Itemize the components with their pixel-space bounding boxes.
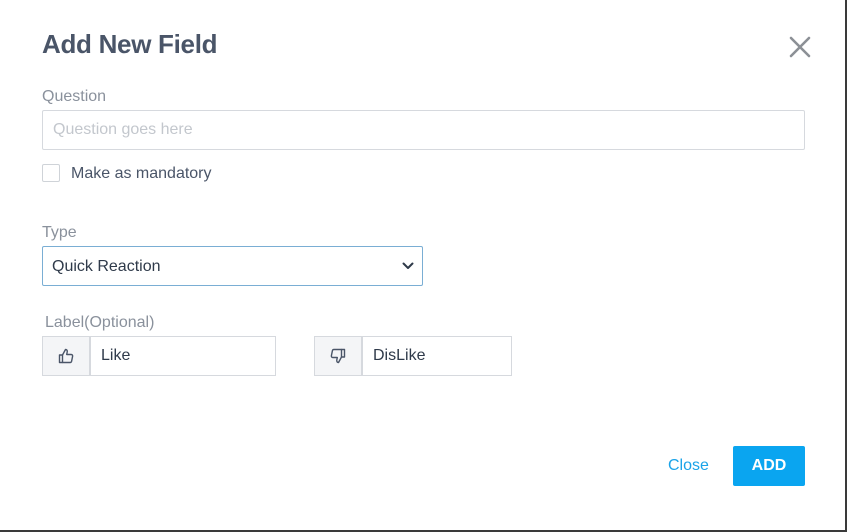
- type-select[interactable]: Quick Reaction: [42, 246, 423, 286]
- like-label-input[interactable]: [90, 336, 276, 376]
- reaction-label-heading: Label(Optional): [45, 314, 155, 331]
- type-label: Type: [42, 224, 77, 241]
- dislike-label-input[interactable]: [362, 336, 512, 376]
- like-icon-addon: [42, 336, 90, 376]
- thumbs-up-icon: [58, 348, 74, 364]
- dialog-title: Add New Field: [42, 29, 218, 59]
- add-button[interactable]: ADD: [733, 446, 805, 486]
- chevron-down-icon: [402, 262, 414, 269]
- dislike-icon-addon: [314, 336, 362, 376]
- close-icon[interactable]: [787, 34, 813, 60]
- mandatory-label: Make as mandatory: [71, 165, 212, 182]
- close-button[interactable]: Close: [668, 457, 709, 475]
- thumbs-down-icon: [330, 348, 346, 364]
- question-input[interactable]: [42, 110, 805, 150]
- mandatory-checkbox[interactable]: [42, 164, 60, 182]
- add-field-dialog: Add New Field Question Make as mandatory…: [0, 0, 847, 532]
- question-label: Question: [42, 88, 107, 105]
- type-selected-value: Quick Reaction: [52, 258, 161, 275]
